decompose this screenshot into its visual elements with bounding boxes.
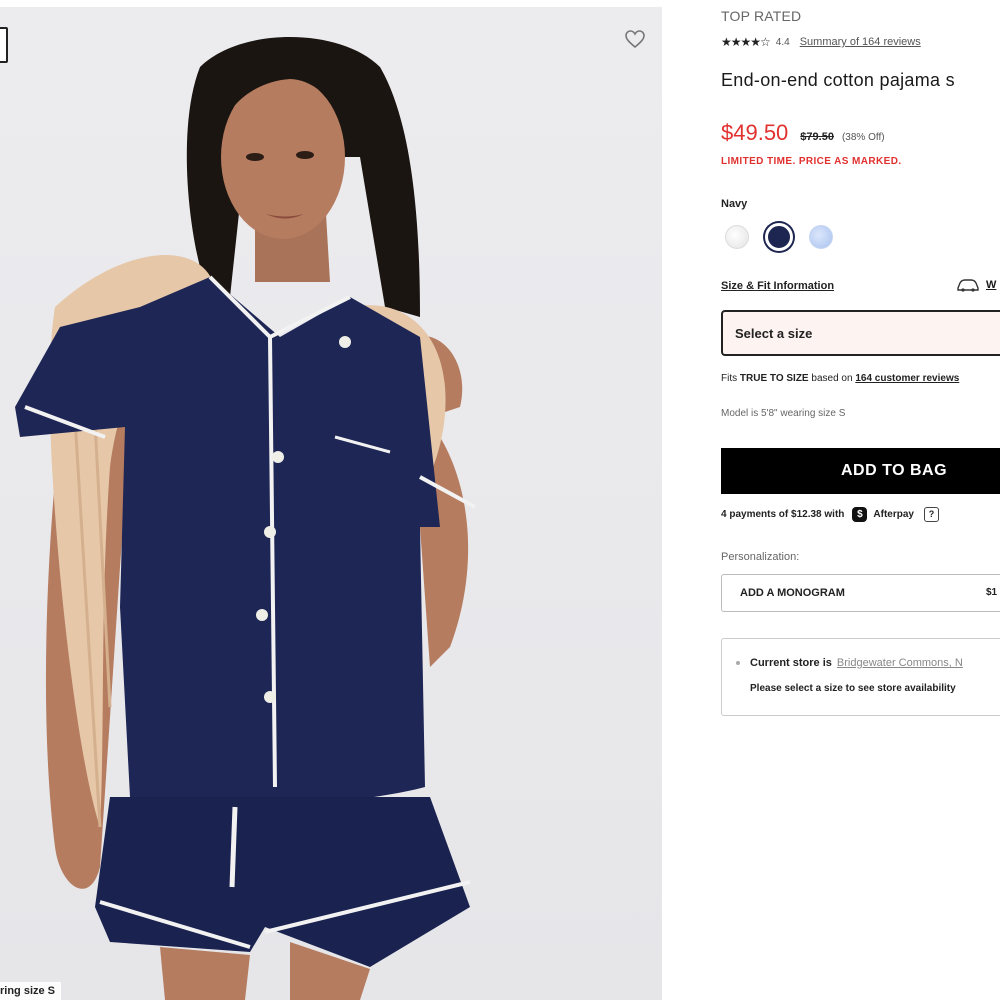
fits-true-to-size: TRUE TO SIZE <box>739 373 809 384</box>
rating-row: ★★★★☆ 4.4 Summary of 164 reviews <box>721 35 921 49</box>
afterpay-text: 4 payments of $12.38 with <box>721 509 845 520</box>
add-monogram-button[interactable]: ADD A MONOGRAM $1 <box>721 574 1000 612</box>
color-label: Navy <box>721 198 748 210</box>
add-to-bag-button[interactable]: ADD TO BAG <box>721 448 1000 494</box>
heart-icon[interactable] <box>624 29 646 49</box>
store-availability-text: Please select a size to see store availa… <box>750 683 956 694</box>
store-label: Current store is <box>750 657 832 669</box>
color-swatches <box>725 223 833 251</box>
fit-row: Size & Fit Information W <box>721 278 1000 292</box>
product-image[interactable]: ring size S <box>0 7 662 1000</box>
wishlist-label: W <box>986 279 997 291</box>
sale-price: $49.50 <box>721 120 789 145</box>
top-rated-badge: TOP RATED <box>721 8 802 24</box>
current-store-row: Current store is Bridgewater Commons, N <box>736 657 963 669</box>
store-availability-box: Current store is Bridgewater Commons, N … <box>721 638 1000 716</box>
afterpay-icon: $ <box>852 507 868 522</box>
swatch-navy[interactable] <box>765 223 793 251</box>
fit-summary: Fits TRUE TO SIZE based on 164 customer … <box>721 373 959 384</box>
discount-label: (38% Off) <box>841 132 885 143</box>
model-illustration <box>15 37 476 1000</box>
wishlist-link[interactable]: W <box>956 278 996 292</box>
fits-prefix: Fits <box>721 373 740 384</box>
original-price: $79.50 <box>800 131 834 143</box>
select-size-dropdown[interactable]: Select a size <box>721 310 1000 356</box>
fits-middle: based on <box>808 373 856 384</box>
rating-value: 4.4 <box>775 36 790 48</box>
store-name-link[interactable]: Bridgewater Commons, N <box>837 657 963 669</box>
swatch-white[interactable] <box>725 225 749 249</box>
thumbnail-frame[interactable] <box>0 27 8 63</box>
afterpay-brand: Afterpay <box>873 509 914 520</box>
price-row: $49.50 $79.50 (38% Off) <box>721 120 885 146</box>
star-rating-icon: ★★★★☆ <box>721 35 771 49</box>
product-details: TOP RATED ★★★★☆ 4.4 Summary of 164 revie… <box>721 0 1000 1000</box>
swatch-light-blue[interactable] <box>809 225 833 249</box>
personalization-label: Personalization: <box>721 551 800 563</box>
model-info: Model is 5'8" wearing size S <box>721 408 846 419</box>
monogram-label: ADD A MONOGRAM <box>740 587 845 599</box>
help-icon[interactable]: ? <box>923 507 939 522</box>
promo-text: LIMITED TIME. PRICE AS MARKED. <box>721 156 902 167</box>
product-title: End-on-end cotton pajama s <box>721 70 955 90</box>
customer-reviews-link[interactable]: 164 customer reviews <box>855 373 959 384</box>
size-fit-link[interactable]: Size & Fit Information <box>721 280 834 292</box>
afterpay-row: 4 payments of $12.38 with $ Afterpay ? <box>721 507 939 522</box>
bullet-icon <box>736 661 740 665</box>
reviews-link[interactable]: Summary of 164 reviews <box>800 36 921 48</box>
model-size-tag: ring size S <box>0 982 62 1000</box>
monogram-price: $1 <box>986 587 998 598</box>
car-icon <box>957 279 979 292</box>
